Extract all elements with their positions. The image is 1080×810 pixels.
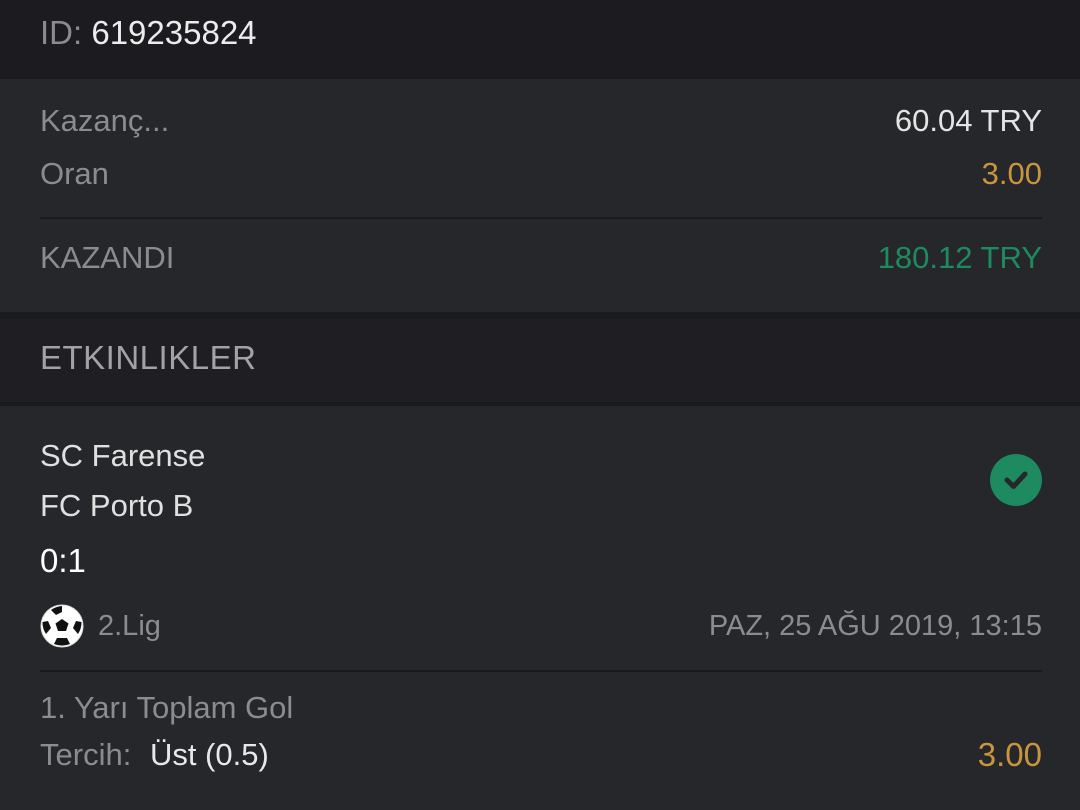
ticket-summary: Kazanç... 60.04 TRY Oran 3.00 KAZANDI 18… [0, 79, 1080, 312]
summary-divider [40, 217, 1042, 219]
check-circle-icon [990, 454, 1042, 506]
result-label: KAZANDI [40, 240, 175, 275]
result-row: KAZANDI 180.12 TRY [40, 240, 1042, 276]
event-divider [40, 670, 1042, 672]
bet-ticket-page: ID: 619235824 Kazanç... 60.04 TRY Oran 3… [0, 0, 1080, 810]
event-datetime: PAZ, 25 AĞU 2019, 13:15 [708, 609, 1042, 642]
odds-row: Oran 3.00 [40, 156, 1042, 192]
pick-row: Tercih: Üst (0.5) 3.00 [40, 736, 1042, 774]
pick-value: Üst (0.5) [149, 737, 269, 772]
market-name: 1. Yarı Toplam Gol [40, 690, 294, 725]
league-row: 2.Lig PAZ, 25 AĞU 2019, 13:15 [40, 604, 1042, 648]
ticket-id-value: 619235824 [91, 14, 257, 51]
events-title: ETKINLIKLER [40, 339, 257, 376]
result-value: 180.12 TRY [877, 240, 1042, 275]
away-team: FC Porto B [40, 488, 194, 523]
events-section-header: ETKINLIKLER [0, 319, 1080, 402]
stake-row: Kazanç... 60.04 TRY [40, 103, 1042, 139]
pick-label: Tercih: [40, 737, 132, 772]
event-card[interactable]: SC Farense FC Porto B 0:1 2.Lig PAZ, 25 … [0, 406, 1080, 810]
ticket-id-header: ID: 619235824 [0, 0, 1080, 76]
stake-label: Kazanç... [40, 103, 170, 138]
match-score: 0:1 [40, 542, 86, 579]
ticket-id: ID: 619235824 [40, 14, 257, 52]
odds-label: Oran [40, 156, 109, 191]
stake-value: 60.04 TRY [894, 103, 1042, 138]
pick-odds: 3.00 [977, 736, 1042, 773]
league-info: 2.Lig [40, 604, 161, 648]
soccer-ball-icon [40, 604, 84, 648]
ticket-id-label: ID: [40, 14, 83, 51]
league-name: 2.Lig [98, 609, 161, 642]
pick: Tercih: Üst (0.5) [40, 737, 269, 773]
odds-value: 3.00 [981, 156, 1042, 191]
home-team: SC Farense [40, 438, 206, 473]
